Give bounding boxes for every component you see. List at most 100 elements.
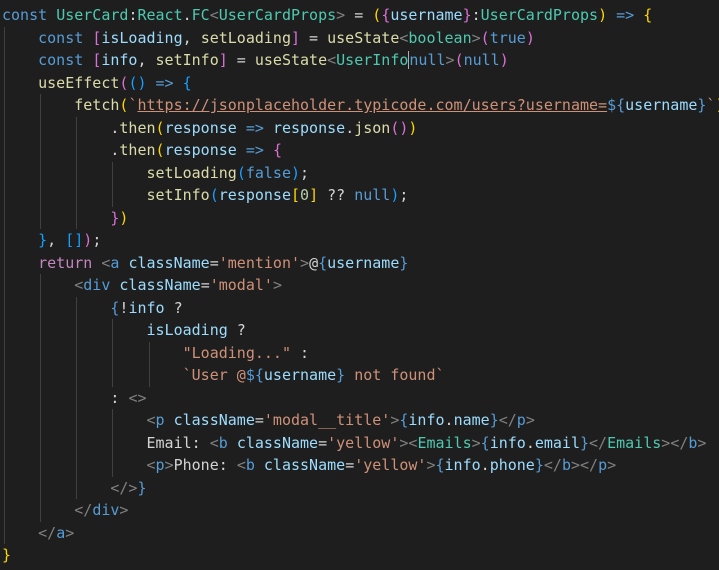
- code-line[interactable]: setInfo(response[0] ?? null);: [0, 184, 719, 207]
- code-token: }: [399, 253, 409, 272]
- code-line[interactable]: .then(response => response.json()): [0, 116, 719, 139]
- code-line-text: useEffect(() => {: [2, 74, 192, 92]
- code-token: {: [318, 253, 328, 272]
- code-line[interactable]: useEffect(() => {: [0, 71, 719, 94]
- code-token: null: [409, 51, 446, 69]
- code-token: =: [354, 6, 373, 24]
- code-token: (): [390, 118, 409, 137]
- code-line[interactable]: : <>: [0, 386, 719, 409]
- code-token: null: [354, 186, 391, 204]
- code-token: .: [2, 141, 120, 159]
- code-token: >: [336, 6, 355, 24]
- code-token: info: [444, 456, 481, 474]
- code-token: p: [155, 411, 174, 429]
- code-token: phone: [489, 456, 535, 474]
- code-line-text: </>}: [2, 479, 146, 497]
- code-token: ;: [399, 186, 409, 204]
- code-line[interactable]: fetch(`https://jsonplaceholder.typicode.…: [0, 94, 719, 117]
- code-line-text: <p>Phone: <b className='yellow'>{info.ph…: [2, 456, 617, 474]
- code-line[interactable]: const [isLoading, setLoading] = useState…: [0, 26, 719, 49]
- code-line[interactable]: <div className='modal'>: [0, 274, 719, 297]
- code-token: {: [480, 433, 490, 452]
- code-token: >: [607, 456, 617, 474]
- code-token: response: [218, 186, 291, 204]
- code-line[interactable]: const UserCard:React.FC<UserCardProps> =…: [0, 4, 719, 27]
- code-token: <: [74, 276, 84, 294]
- code-token: ??: [318, 186, 355, 204]
- code-token: >: [65, 523, 75, 542]
- code-token: 'modal': [209, 276, 273, 294]
- code-token: </: [670, 433, 689, 452]
- code-token: =: [200, 276, 210, 294]
- code-token: setInfo: [146, 186, 210, 204]
- code-token: a: [110, 253, 129, 272]
- code-token: >: [471, 28, 481, 47]
- code-token: ): [598, 6, 608, 24]
- code-token: [: [291, 186, 301, 204]
- code-token: </: [498, 411, 517, 429]
- code-token: ></: [570, 456, 599, 474]
- code-line-text: }): [2, 209, 128, 227]
- code-token: p: [516, 411, 526, 429]
- code-token: 'modal__title': [263, 411, 391, 429]
- code-line[interactable]: </a>: [0, 521, 719, 544]
- code-line[interactable]: setLoading(false);: [0, 161, 719, 184]
- code-token: true: [489, 28, 526, 47]
- code-token: <: [209, 433, 219, 452]
- code-token: div: [83, 276, 120, 294]
- code-line[interactable]: </>}: [0, 476, 719, 499]
- code-line[interactable]: </div>: [0, 499, 719, 522]
- code-token: {: [272, 141, 282, 159]
- code-token: ,: [182, 28, 201, 47]
- code-line[interactable]: "Loading..." :: [0, 341, 719, 364]
- code-token: ): [525, 28, 535, 47]
- code-token: >: [661, 433, 671, 452]
- code-token: (: [155, 141, 165, 159]
- code-line-text: .then(response => response.json()): [2, 119, 417, 137]
- code-line[interactable]: }, []);: [0, 229, 719, 252]
- code-line[interactable]: }): [0, 206, 719, 229]
- code-token: FC: [191, 6, 210, 24]
- code-token: [: [92, 28, 102, 47]
- code-token: (: [372, 6, 382, 24]
- code-token: p: [598, 456, 608, 474]
- code-token: then: [119, 141, 156, 159]
- code-line[interactable]: <p className='modal__title'>{info.name}<…: [0, 409, 719, 432]
- code-token: `User @: [182, 366, 246, 384]
- code-token: []: [65, 231, 84, 249]
- code-token: >: [525, 411, 535, 429]
- code-token: >: [272, 276, 282, 294]
- code-token: ,: [137, 51, 156, 69]
- code-token: {: [643, 6, 653, 24]
- code-line[interactable]: `User @${username} not found`: [0, 364, 719, 387]
- code-line[interactable]: isLoading ?: [0, 319, 719, 342]
- code-token: setLoading: [200, 28, 291, 47]
- code-line[interactable]: <p>Phone: <b className='yellow'>{info.ph…: [0, 454, 719, 477]
- code-token: ?: [227, 321, 246, 339]
- code-token: <: [146, 456, 156, 474]
- code-line[interactable]: return <a className='mention'>@{username…: [0, 251, 719, 274]
- code-token: className: [128, 253, 210, 272]
- code-token: not found`: [345, 366, 445, 384]
- code-line-text: }, []);: [2, 231, 101, 249]
- code-token: }: [38, 231, 48, 249]
- code-token: email: [534, 433, 580, 452]
- code-editor[interactable]: const UserCard:React.FC<UserCardProps> =…: [0, 0, 719, 570]
- code-token: =: [209, 253, 219, 272]
- code-line[interactable]: {!info ?: [0, 296, 719, 319]
- code-line[interactable]: const [info, setInfo] = useState<UserInf…: [0, 49, 719, 72]
- code-token: response: [164, 118, 237, 137]
- code-token: ;: [300, 163, 310, 182]
- code-line[interactable]: }: [0, 544, 719, 567]
- code-line[interactable]: .then(response => {: [0, 139, 719, 162]
- code-token: 'mention': [218, 253, 301, 272]
- code-line[interactable]: Email: <b className='yellow'><Emails>{in…: [0, 431, 719, 454]
